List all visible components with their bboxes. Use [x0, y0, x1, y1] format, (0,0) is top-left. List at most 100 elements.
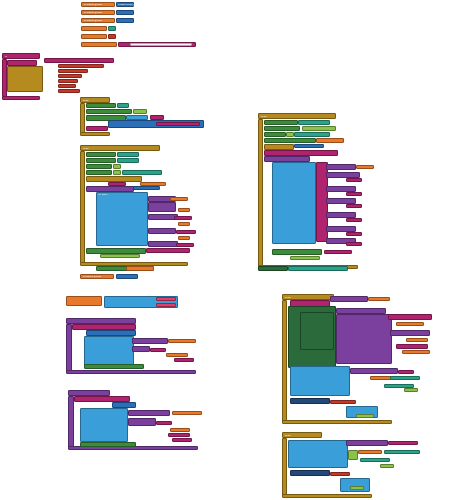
value-block[interactable] — [113, 170, 121, 175]
text-block[interactable] — [156, 122, 200, 126]
text-block[interactable] — [146, 248, 190, 253]
for-each-body[interactable] — [84, 336, 134, 366]
select-item-block[interactable] — [148, 202, 176, 212]
select-item-block[interactable] — [128, 410, 170, 416]
get-block[interactable] — [126, 266, 154, 271]
global-variable-block[interactable] — [81, 42, 117, 47]
text-block[interactable] — [398, 370, 414, 374]
value-block[interactable] — [100, 254, 140, 258]
global-variable-block[interactable]: initialize global — [81, 18, 115, 23]
text-block[interactable] — [396, 344, 428, 349]
global-variable-block[interactable]: initialize global — [81, 2, 115, 7]
select-item-block[interactable] — [148, 228, 176, 234]
procedure-header[interactable]: to — [2, 53, 40, 59]
set-block[interactable] — [86, 170, 112, 175]
get-block[interactable] — [170, 197, 188, 201]
text-block[interactable] — [346, 178, 362, 182]
text-block[interactable] — [58, 69, 88, 73]
value-block[interactable] — [290, 256, 320, 260]
set-block[interactable] — [86, 152, 116, 157]
get-block[interactable] — [117, 152, 139, 157]
text-block[interactable] — [324, 250, 352, 254]
global-variable-block[interactable] — [66, 296, 102, 306]
text-block[interactable] — [346, 218, 362, 222]
event-body[interactable] — [80, 103, 85, 133]
create-empty-list-block[interactable] — [116, 274, 138, 279]
value-block[interactable] — [302, 126, 336, 131]
event-body[interactable] — [282, 438, 287, 496]
set-block[interactable] — [84, 364, 144, 369]
global-variable-block[interactable] — [81, 26, 107, 31]
for-each-body[interactable] — [80, 408, 128, 442]
text-block[interactable] — [58, 79, 78, 83]
for-each-body[interactable]: for each — [96, 192, 148, 246]
get-block[interactable] — [360, 458, 390, 462]
set-block[interactable] — [86, 103, 116, 108]
global-variable-block[interactable] — [81, 34, 107, 39]
event-block[interactable]: when — [80, 145, 160, 151]
nested-list-block[interactable] — [336, 314, 392, 364]
get-block[interactable] — [356, 165, 374, 169]
get-block[interactable] — [117, 158, 139, 163]
procedure-footer[interactable] — [2, 96, 40, 100]
get-block[interactable] — [402, 350, 430, 354]
event-footer[interactable] — [282, 494, 372, 498]
select-item-block[interactable] — [346, 440, 388, 446]
get-block[interactable] — [166, 353, 188, 357]
for-each-body[interactable] — [288, 440, 348, 468]
text-block[interactable] — [346, 242, 362, 246]
select-item-block[interactable] — [330, 296, 368, 302]
get-block[interactable] — [117, 103, 129, 108]
text-block[interactable] — [58, 89, 80, 93]
get-block[interactable] — [390, 376, 420, 380]
get-block[interactable] — [170, 428, 190, 432]
get-block[interactable] — [178, 208, 190, 212]
call-block[interactable] — [44, 58, 114, 63]
get-block[interactable] — [140, 182, 166, 186]
get-block[interactable] — [168, 339, 196, 343]
get-block[interactable] — [178, 222, 190, 226]
set-block[interactable] — [264, 126, 300, 131]
value-block[interactable] — [286, 132, 294, 137]
get-block[interactable] — [358, 450, 382, 454]
text-block[interactable] — [58, 74, 82, 78]
text-block[interactable] — [172, 438, 192, 442]
text-block[interactable] — [388, 441, 418, 445]
event-block[interactable]: when — [258, 113, 336, 119]
set-block[interactable] — [264, 120, 298, 125]
event-body[interactable] — [80, 151, 85, 263]
procedure-body[interactable] — [68, 396, 74, 448]
select-item-block[interactable] — [390, 330, 430, 336]
text-block[interactable] — [388, 314, 432, 320]
get-block[interactable] — [122, 170, 162, 175]
text-block[interactable] — [156, 297, 176, 301]
call-block[interactable] — [290, 398, 330, 404]
text-block[interactable] — [58, 84, 76, 88]
set-block[interactable] — [86, 109, 132, 114]
procedure-footer[interactable] — [66, 370, 196, 374]
event-block[interactable]: when — [282, 432, 322, 438]
select-item-block[interactable] — [132, 338, 168, 344]
blocks-workspace[interactable]: initialize global create empty list init… — [0, 0, 464, 500]
get-block[interactable] — [384, 450, 420, 454]
get-block[interactable] — [288, 266, 348, 271]
value-block[interactable] — [108, 26, 116, 31]
set-block[interactable] — [264, 138, 316, 143]
event-footer[interactable] — [282, 420, 392, 424]
value-block[interactable] — [380, 464, 394, 468]
select-item-block[interactable] — [326, 164, 356, 170]
text-block[interactable] — [346, 192, 362, 196]
set-block[interactable] — [258, 266, 288, 271]
procedure-body[interactable] — [66, 324, 72, 372]
for-each-body[interactable] — [290, 366, 350, 396]
get-block[interactable] — [178, 236, 190, 240]
text-block[interactable] — [156, 303, 176, 307]
create-empty-list-block[interactable] — [116, 10, 134, 15]
event-footer[interactable] — [80, 132, 110, 136]
text-block[interactable] — [58, 64, 104, 68]
set-block[interactable] — [80, 442, 136, 447]
event-body[interactable] — [258, 119, 263, 267]
text-block[interactable] — [174, 358, 194, 362]
call-block[interactable] — [290, 470, 330, 476]
select-item-block[interactable] — [350, 368, 398, 374]
